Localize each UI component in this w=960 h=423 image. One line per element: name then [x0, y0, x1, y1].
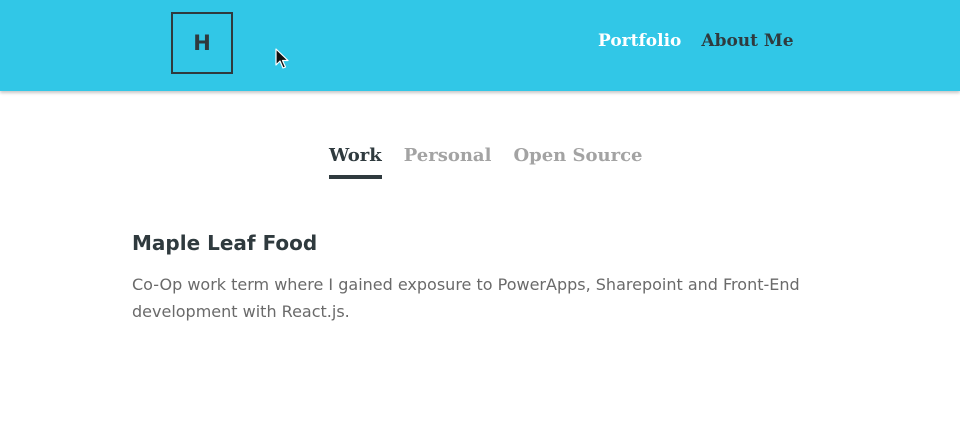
tab-personal[interactable]: Personal	[404, 145, 492, 179]
logo-button[interactable]: H	[171, 12, 233, 74]
project-title: Maple Leaf Food	[132, 231, 318, 255]
logo-letter: H	[193, 31, 211, 55]
tab-work[interactable]: Work	[329, 145, 382, 179]
category-tabs: Work Personal Open Source	[329, 145, 643, 179]
main-nav: Portfolio About Me	[598, 31, 794, 51]
nav-link-portfolio[interactable]: Portfolio	[598, 31, 681, 51]
nav-link-about-me[interactable]: About Me	[701, 31, 793, 51]
project-description: Co-Op work term where I gained exposure …	[132, 275, 800, 321]
site-header: H Portfolio About Me	[0, 0, 960, 91]
project-card: Maple Leaf Food Co-Op work term where I …	[132, 231, 822, 325]
mouse-pointer-icon	[275, 48, 289, 69]
tab-open-source[interactable]: Open Source	[513, 145, 642, 179]
